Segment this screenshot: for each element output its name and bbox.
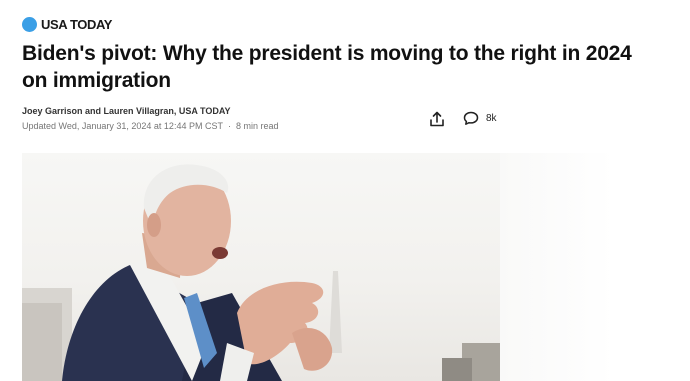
image-side-area [500, 153, 690, 381]
hero-photo-illustration [22, 164, 500, 381]
share-icon [430, 111, 444, 127]
comment-icon [463, 111, 479, 125]
updated-timestamp: Updated Wed, January 31, 2024 at 12:44 P… [22, 121, 223, 131]
logo-dot-icon [22, 17, 37, 32]
meta-separator: · [227, 121, 231, 131]
comment-count: 8k [486, 113, 497, 124]
article-hero-image [22, 153, 500, 381]
comments-button[interactable]: 8k [463, 111, 497, 126]
share-button[interactable] [428, 110, 446, 128]
article-meta: Updated Wed, January 31, 2024 at 12:44 P… [22, 121, 278, 131]
article-byline: Joey Garrison and Lauren Villagran, USA … [22, 106, 231, 116]
logo-text: USA TODAY [41, 17, 113, 32]
article-headline: Biden's pivot: Why the president is movi… [22, 42, 632, 92]
read-time: 8 min read [235, 121, 279, 131]
usa-today-logo[interactable]: USA TODAY [22, 17, 112, 32]
